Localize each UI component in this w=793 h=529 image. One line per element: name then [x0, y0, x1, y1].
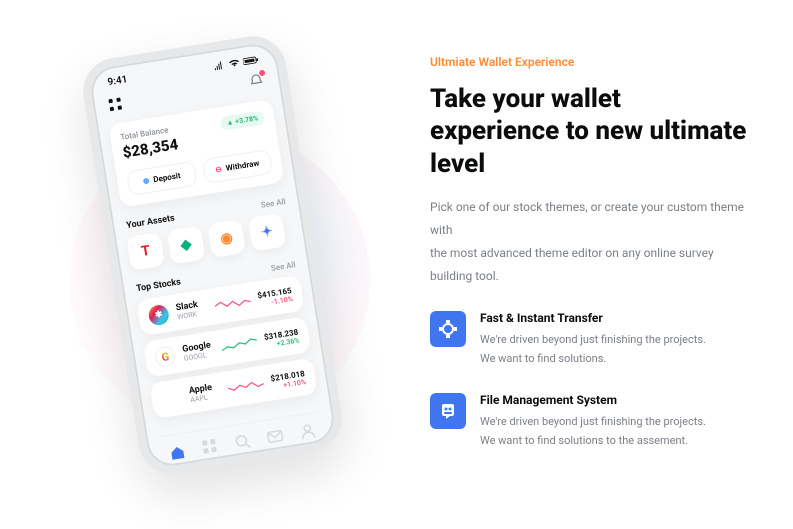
feature-title: File Management System: [480, 393, 706, 407]
status-time: 9:41: [107, 74, 128, 88]
bottom-nav: [158, 410, 326, 466]
deposit-button[interactable]: ⊕ Deposit: [126, 160, 198, 195]
transfer-icon: [430, 311, 466, 347]
feature-text: We're driven beyond just finishing the p…: [480, 331, 706, 368]
stocks-title: Top Stocks: [136, 277, 182, 294]
balance-change-badge: ▲ +3.78%: [220, 110, 266, 131]
signal-icon: [213, 60, 226, 70]
sparkline-icon: [220, 335, 258, 354]
headline: Take your wallet experience to new ultim…: [430, 83, 753, 181]
menu-grid-icon[interactable]: [108, 97, 124, 113]
feature-text: We're driven beyond just finishing the p…: [480, 413, 706, 450]
nav-grid-icon[interactable]: [199, 436, 220, 457]
withdraw-icon: ⊖: [215, 164, 223, 174]
nav-mail-icon[interactable]: [264, 426, 285, 447]
slack-icon: ✱: [147, 303, 170, 326]
description: Pick one of our stock themes, or create …: [430, 196, 753, 287]
google-icon: G: [154, 345, 177, 368]
asset-neo[interactable]: ◆: [167, 225, 206, 264]
sparkline-icon: [227, 376, 265, 395]
status-icons: [213, 54, 260, 69]
asset-tesla[interactable]: T: [126, 231, 165, 270]
asset-rocket[interactable]: ◉: [207, 219, 246, 258]
marketing-copy: Ultmiate Wallet Experience Take your wal…: [400, 55, 753, 474]
phone-mockup: 9:41: [78, 31, 346, 478]
stocks-see-all[interactable]: See All: [270, 259, 296, 272]
assets-see-all[interactable]: See All: [260, 196, 286, 209]
nav-home-icon[interactable]: [167, 441, 188, 462]
nav-profile-icon[interactable]: [297, 421, 318, 442]
notification-badge: [258, 68, 267, 77]
asset-blob[interactable]: ✦: [248, 212, 287, 251]
notifications-button[interactable]: [247, 71, 266, 93]
feature-transfer: Fast & Instant Transfer We're driven bey…: [430, 311, 753, 368]
withdraw-button[interactable]: ⊖ Withdraw: [201, 148, 273, 183]
assets-title: Your Assets: [126, 213, 176, 231]
deposit-icon: ⊕: [142, 176, 150, 186]
nav-search-icon[interactable]: [232, 431, 253, 452]
eyebrow: Ultmiate Wallet Experience: [430, 55, 753, 69]
feature-title: Fast & Instant Transfer: [480, 311, 706, 325]
hero-visual: 9:41: [40, 35, 400, 495]
battery-icon: [242, 54, 259, 64]
wifi-icon: [228, 57, 241, 67]
files-icon: [430, 393, 466, 429]
sparkline-icon: [214, 293, 252, 312]
feature-files: File Management System We're driven beyo…: [430, 393, 753, 450]
arrow-up-icon: ▲: [226, 118, 234, 127]
apple-icon: [160, 386, 183, 409]
